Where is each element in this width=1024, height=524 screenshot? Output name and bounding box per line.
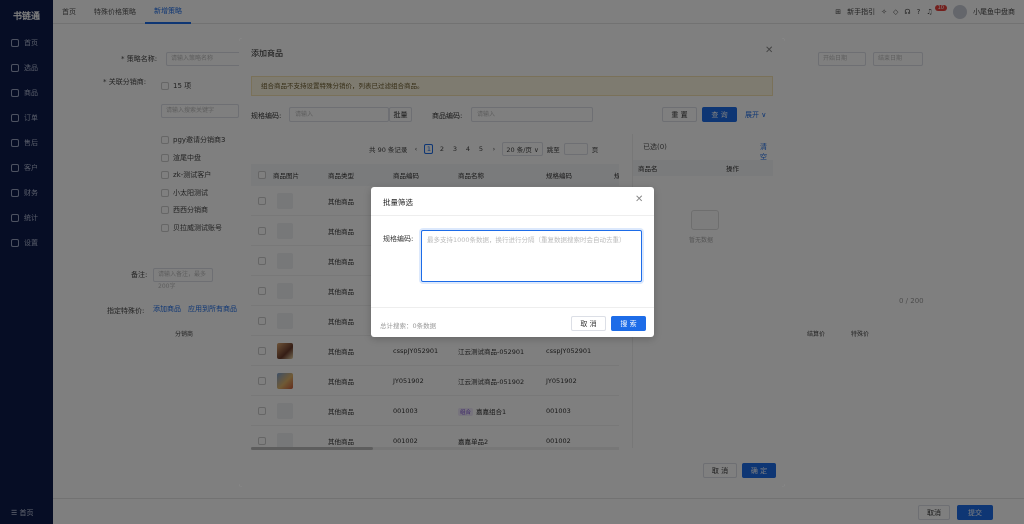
divider [371, 215, 654, 216]
spec-code-textarea[interactable]: 最多支持1000条数据，换行进行分隔（重复数据搜索时会自动去重） [421, 230, 642, 282]
sub-cancel-button[interactable]: 取 消 [571, 316, 606, 331]
sub-modal-title: 批量筛选 [383, 198, 413, 207]
close-icon[interactable]: ✕ [635, 194, 643, 205]
spec-code-label: 规格编码: [383, 235, 414, 243]
search-total: 总计搜索：0条数据 [380, 322, 437, 330]
sub-search-button[interactable]: 搜 索 [611, 316, 646, 331]
divider [371, 307, 654, 308]
batch-filter-modal: 批量筛选 ✕ 规格编码: 最多支持1000条数据，换行进行分隔（重复数据搜索时会… [371, 187, 654, 337]
